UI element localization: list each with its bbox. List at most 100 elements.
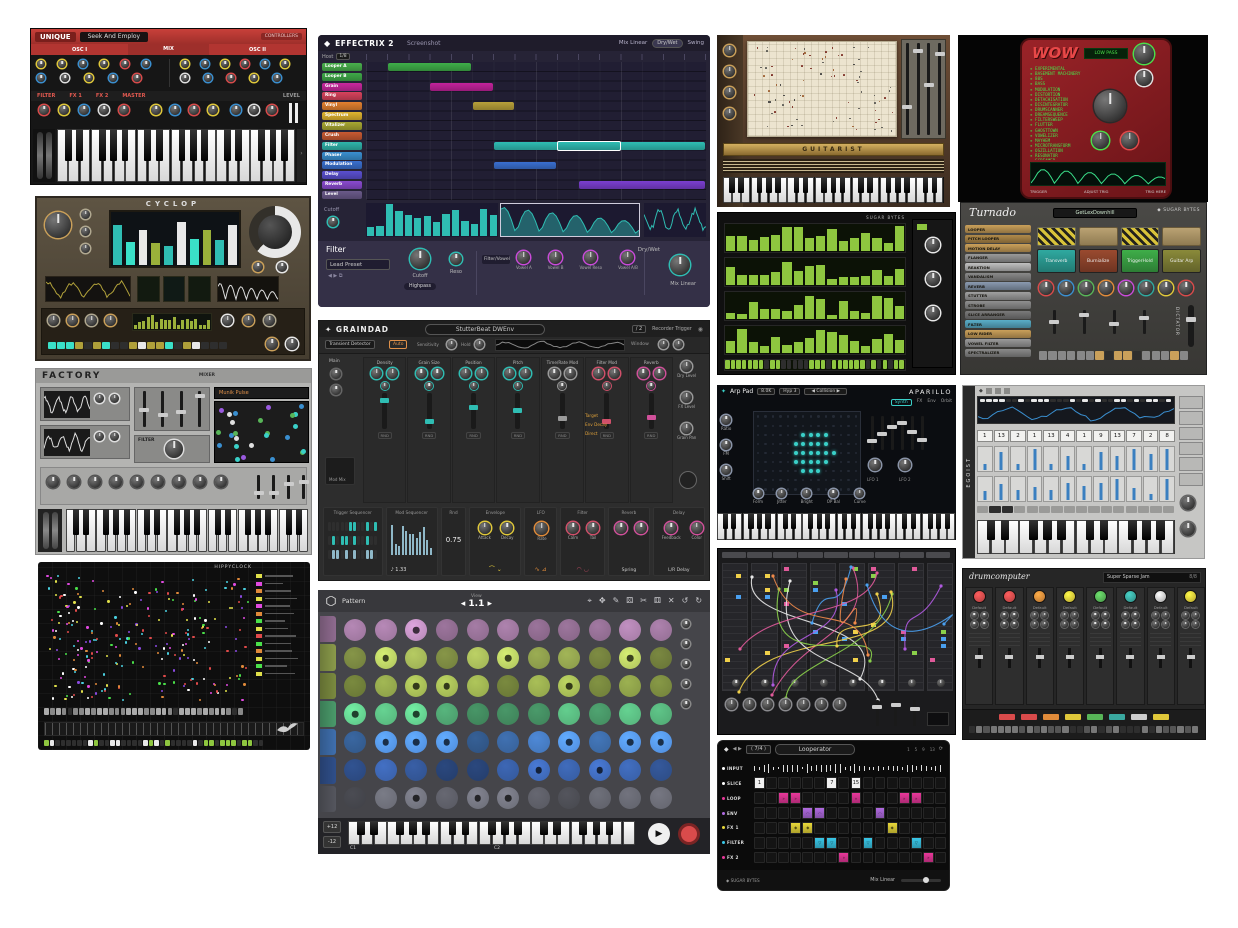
decor[interactable] — [1092, 132, 1138, 149]
step[interactable] — [849, 552, 873, 558]
fader[interactable] — [158, 388, 168, 430]
decor[interactable] — [253, 262, 287, 272]
step[interactable] — [1192, 726, 1198, 733]
controllers-button[interactable]: CONTROLLERS — [261, 33, 302, 40]
decor[interactable] — [926, 238, 940, 320]
decor[interactable] — [81, 210, 90, 253]
knob[interactable] — [1139, 281, 1153, 295]
step[interactable] — [883, 360, 888, 369]
step[interactable] — [1086, 351, 1094, 360]
grid-dot[interactable] — [764, 452, 766, 454]
knob[interactable]: Jitter — [777, 489, 787, 504]
step[interactable] — [1012, 726, 1018, 733]
knob[interactable]: Ratio — [721, 415, 731, 431]
step[interactable] — [722, 552, 746, 558]
pad[interactable] — [589, 759, 611, 781]
fader[interactable] — [877, 413, 887, 453]
slice-cell[interactable]: 9 — [1093, 430, 1109, 442]
knob[interactable] — [674, 340, 683, 349]
decor[interactable] — [165, 440, 183, 458]
step-cell[interactable] — [911, 852, 922, 864]
fader[interactable] — [872, 697, 882, 729]
step-cell[interactable] — [766, 807, 777, 819]
step[interactable] — [1002, 506, 1013, 513]
grid-dot[interactable] — [772, 443, 774, 445]
grid-dot[interactable] — [809, 451, 813, 455]
step[interactable] — [809, 360, 814, 369]
undo-icon[interactable]: ↺ — [682, 596, 689, 606]
decor[interactable] — [328, 550, 378, 560]
step-cell[interactable] — [802, 837, 813, 849]
grid-dot[interactable] — [855, 443, 857, 445]
fader[interactable] — [1079, 307, 1089, 337]
knob[interactable] — [504, 368, 515, 379]
piano-key-black[interactable] — [579, 821, 587, 835]
mute-chip[interactable] — [1153, 714, 1169, 720]
step[interactable] — [132, 740, 137, 746]
step[interactable] — [215, 740, 220, 746]
effect-slot-button[interactable]: LOW RIDER — [965, 330, 1031, 338]
grid-dot[interactable] — [794, 415, 796, 417]
grid-dot[interactable] — [764, 470, 766, 472]
step[interactable] — [1170, 351, 1178, 360]
piano-key-black[interactable] — [122, 129, 129, 161]
clear-icon[interactable]: ✕ — [668, 596, 675, 606]
pad[interactable] — [375, 703, 397, 725]
step[interactable] — [138, 342, 146, 349]
step[interactable] — [1014, 506, 1025, 513]
knob[interactable] — [109, 74, 117, 82]
knob[interactable]: Calm — [567, 522, 579, 540]
step[interactable] — [370, 550, 373, 559]
channel-fader[interactable] — [1159, 648, 1162, 668]
step[interactable] — [353, 522, 356, 531]
knob[interactable] — [724, 87, 735, 98]
knob[interactable] — [798, 699, 809, 710]
legend-row[interactable] — [256, 642, 304, 646]
step-cell[interactable] — [887, 807, 898, 819]
step[interactable] — [144, 708, 149, 715]
pad[interactable] — [405, 675, 427, 697]
decor[interactable] — [222, 315, 275, 326]
step[interactable] — [61, 740, 66, 746]
grid-dot[interactable] — [802, 415, 804, 417]
effect-row-label[interactable]: Phaser — [322, 152, 362, 160]
drum-channel[interactable]: Default — [1056, 587, 1084, 705]
step[interactable] — [62, 708, 67, 715]
step[interactable] — [843, 360, 848, 369]
step[interactable] — [1034, 726, 1040, 733]
step[interactable] — [328, 550, 331, 559]
step[interactable] — [185, 708, 190, 715]
step[interactable] — [332, 522, 335, 531]
step-cell[interactable] — [814, 852, 825, 864]
piano-key-black[interactable] — [1029, 520, 1037, 540]
knob[interactable] — [565, 368, 576, 379]
mute-chip[interactable] — [999, 714, 1015, 720]
step[interactable] — [1126, 506, 1137, 513]
preset-display[interactable]: HIPPYCLOCK — [214, 565, 252, 570]
step[interactable] — [1063, 399, 1068, 402]
piano-key-black[interactable] — [370, 821, 378, 835]
effect-slot-button[interactable]: SLICE ARRANGER — [965, 311, 1031, 319]
fader[interactable] — [902, 40, 912, 138]
step[interactable] — [1152, 351, 1160, 360]
grid-dot[interactable] — [779, 415, 781, 417]
step[interactable] — [832, 360, 837, 369]
knob[interactable] — [119, 105, 129, 115]
step[interactable] — [1121, 399, 1126, 402]
mod-matrix-pad[interactable] — [214, 401, 309, 463]
step[interactable] — [1163, 726, 1169, 733]
legend-row[interactable] — [256, 619, 304, 623]
grid-dot[interactable] — [816, 469, 820, 473]
piano-key-black[interactable] — [488, 821, 496, 835]
step-cell[interactable] — [778, 822, 789, 834]
knob[interactable] — [253, 262, 263, 272]
step[interactable] — [353, 536, 356, 545]
step-cell[interactable]: ◠ — [814, 807, 825, 819]
rnd-button[interactable]: RND — [644, 432, 658, 439]
grain-column[interactable]: Grain SizeRND — [407, 357, 450, 503]
step[interactable] — [349, 536, 352, 545]
step[interactable] — [860, 360, 865, 369]
pad[interactable] — [436, 731, 458, 753]
step[interactable] — [983, 726, 989, 733]
step[interactable] — [248, 740, 253, 746]
